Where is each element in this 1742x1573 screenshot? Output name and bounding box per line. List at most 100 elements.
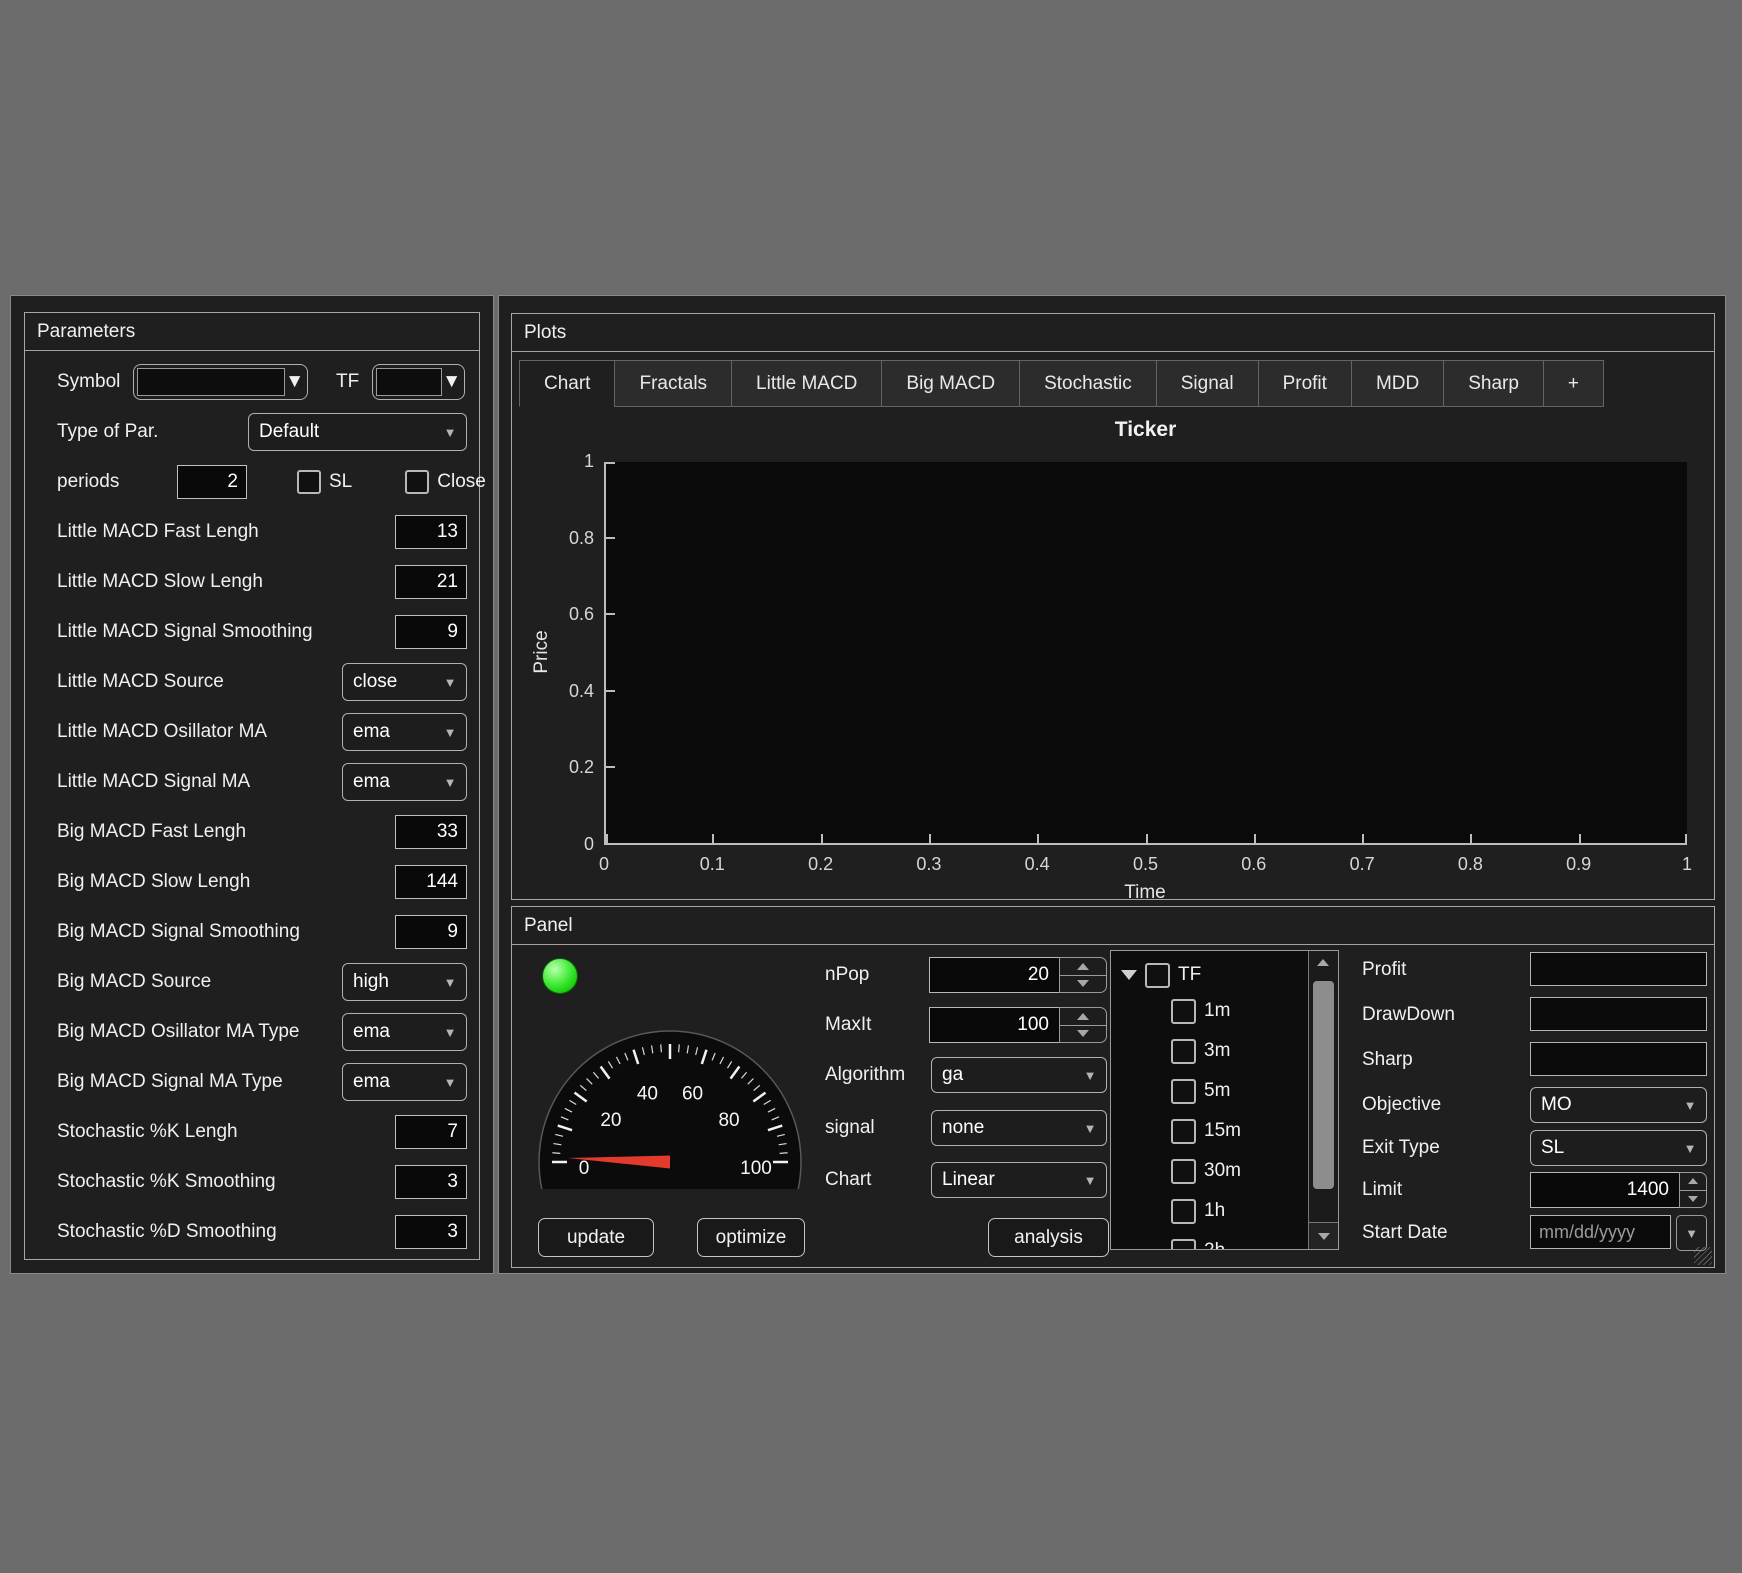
30m-checkbox[interactable]	[1171, 1159, 1196, 1184]
symbol-combobox-value[interactable]	[137, 368, 285, 396]
tree-item-15m[interactable]: 15m	[1171, 1111, 1241, 1151]
tab-sharp[interactable]: Sharp	[1443, 360, 1544, 407]
periods-field[interactable]: 2	[177, 465, 247, 499]
scroll-down-button[interactable]	[1309, 1222, 1338, 1249]
spin-up-button[interactable]	[1680, 1173, 1706, 1191]
limit-value[interactable]: 1400	[1530, 1172, 1679, 1208]
big-macd-osillator-ma-type-dropdown[interactable]: ema▼	[342, 1013, 467, 1051]
maxit-value[interactable]: 100	[929, 1007, 1059, 1043]
start-date-field[interactable]: mm/dd/yyyy	[1530, 1215, 1671, 1249]
little-macd-signal-smoothing-field[interactable]: 9	[395, 615, 467, 649]
tree-item-2h[interactable]: 2h	[1171, 1231, 1225, 1250]
tab-signal[interactable]: Signal	[1156, 360, 1259, 407]
maxit-spinner[interactable]: 100	[929, 1007, 1107, 1043]
plot-area[interactable]	[604, 462, 1687, 845]
npop-value[interactable]: 20	[929, 957, 1059, 993]
x-axis-label: Time	[1045, 882, 1245, 904]
tree-item-5m[interactable]: 5m	[1171, 1071, 1230, 1111]
little-macd-fast-lengh-field[interactable]: 13	[395, 515, 467, 549]
3m-checkbox[interactable]	[1171, 1039, 1196, 1064]
little-macd-osillator-ma-dropdown[interactable]: ema▼	[342, 713, 467, 751]
x-tick-label: 0.7	[1327, 854, 1397, 875]
x-tick-label: 0.8	[1435, 854, 1505, 875]
tree-item-30m[interactable]: 30m	[1171, 1151, 1241, 1191]
update-button[interactable]: update	[538, 1218, 654, 1257]
tf-parent-checkbox[interactable]	[1145, 963, 1170, 988]
optimize-button[interactable]: optimize	[697, 1218, 805, 1257]
tree-item-1m[interactable]: 1m	[1171, 991, 1230, 1031]
big-macd-slow-lengh-field[interactable]: 144	[395, 865, 467, 899]
npop-spinner[interactable]: 20	[929, 957, 1107, 993]
stochastic-k-lengh-field[interactable]: 7	[395, 1115, 467, 1149]
periods-label: periods	[57, 471, 177, 493]
tab-stochastic[interactable]: Stochastic	[1019, 360, 1157, 407]
tab-big-macd[interactable]: Big MACD	[881, 360, 1020, 407]
tab-profit[interactable]: Profit	[1258, 360, 1352, 407]
little-macd-source-dropdown[interactable]: close▼	[342, 663, 467, 701]
1m-checkbox[interactable]	[1171, 999, 1196, 1024]
stochastic-k-smoothing-field[interactable]: 3	[395, 1165, 467, 1199]
tab-mdd[interactable]: MDD	[1351, 360, 1444, 407]
big-macd-fast-lengh-field[interactable]: 33	[395, 815, 467, 849]
spin-down-button[interactable]	[1680, 1191, 1706, 1208]
big-macd-signal-smoothing-field[interactable]: 9	[395, 915, 467, 949]
chevron-down-icon[interactable]: ▼	[285, 368, 304, 396]
objective-dropdown[interactable]: MO ▼	[1530, 1087, 1707, 1123]
chevron-down-icon[interactable]: ▼	[442, 368, 461, 396]
5m-checkbox[interactable]	[1171, 1079, 1196, 1104]
resize-grip[interactable]	[1694, 1247, 1712, 1265]
spin-up-button[interactable]	[1060, 958, 1106, 976]
sharp-label: Sharp	[1362, 1042, 1413, 1078]
profit-field[interactable]	[1530, 952, 1707, 986]
tab-fractals[interactable]: Fractals	[614, 360, 732, 407]
drawdown-field[interactable]	[1530, 997, 1707, 1031]
chevron-down-icon: ▼	[434, 775, 466, 790]
tab-plus[interactable]: +	[1543, 360, 1604, 407]
big-macd-source-dropdown[interactable]: high▼	[342, 963, 467, 1001]
tf-tree-parent-row[interactable]: TF	[1111, 955, 1201, 995]
stochastic-d-smoothing-field[interactable]: 3	[395, 1215, 467, 1249]
exit-type-dropdown[interactable]: SL ▼	[1530, 1130, 1707, 1166]
spin-down-button[interactable]	[1060, 1026, 1106, 1043]
type-of-par-dropdown[interactable]: Default ▼	[248, 413, 467, 451]
little-macd-signal-ma-dropdown[interactable]: ema▼	[342, 763, 467, 801]
tree-item-1h[interactable]: 1h	[1171, 1191, 1225, 1231]
triangle-down-icon	[1077, 980, 1089, 987]
param-row-little-macd-source: Little MACD Sourceclose▼	[25, 657, 479, 707]
spin-down-button[interactable]	[1060, 976, 1106, 993]
tab-chart[interactable]: Chart	[519, 360, 615, 407]
date-picker-button[interactable]: ▼	[1676, 1215, 1707, 1251]
symbol-combobox[interactable]: ▼	[133, 364, 308, 400]
signal-dropdown[interactable]: none ▼	[931, 1110, 1107, 1146]
scrollbar-thumb[interactable]	[1313, 981, 1334, 1189]
chart-type-dropdown[interactable]: Linear ▼	[931, 1162, 1107, 1198]
scroll-up-icon[interactable]	[1317, 959, 1329, 966]
tab-little-macd[interactable]: Little MACD	[731, 360, 882, 407]
15m-checkbox[interactable]	[1171, 1119, 1196, 1144]
tree-item-3m[interactable]: 3m	[1171, 1031, 1230, 1071]
tree-item-label: 30m	[1204, 1160, 1241, 1182]
2h-checkbox[interactable]	[1171, 1239, 1196, 1251]
spin-up-button[interactable]	[1060, 1008, 1106, 1026]
close-checkbox[interactable]	[405, 470, 429, 494]
big-macd-signal-ma-type-dropdown[interactable]: ema▼	[342, 1063, 467, 1101]
drawdown-label: DrawDown	[1362, 997, 1455, 1033]
little-macd-slow-lengh-field[interactable]: 21	[395, 565, 467, 599]
close-checkbox-label: Close	[437, 471, 486, 493]
x-tick-label: 0.6	[1219, 854, 1289, 875]
limit-spinner[interactable]: 1400	[1530, 1172, 1707, 1208]
1h-checkbox[interactable]	[1171, 1199, 1196, 1224]
collapse-arrow-icon[interactable]	[1121, 970, 1137, 980]
tree-scrollbar[interactable]	[1308, 951, 1338, 1249]
sharp-field[interactable]	[1530, 1042, 1707, 1076]
analysis-button[interactable]: analysis	[988, 1218, 1109, 1257]
x-tick-label: 0.1	[677, 854, 747, 875]
tf-combobox[interactable]: ▼	[372, 364, 465, 400]
type-of-par-row: Type of Par. Default ▼	[25, 407, 479, 457]
sl-checkbox[interactable]	[297, 470, 321, 494]
param-label: Big MACD Slow Lengh	[57, 871, 395, 893]
y-tick-label: 0.2	[528, 757, 594, 778]
tf-combobox-value[interactable]	[376, 368, 442, 396]
algorithm-dropdown[interactable]: ga ▼	[931, 1057, 1107, 1093]
profit-label: Profit	[1362, 952, 1406, 988]
